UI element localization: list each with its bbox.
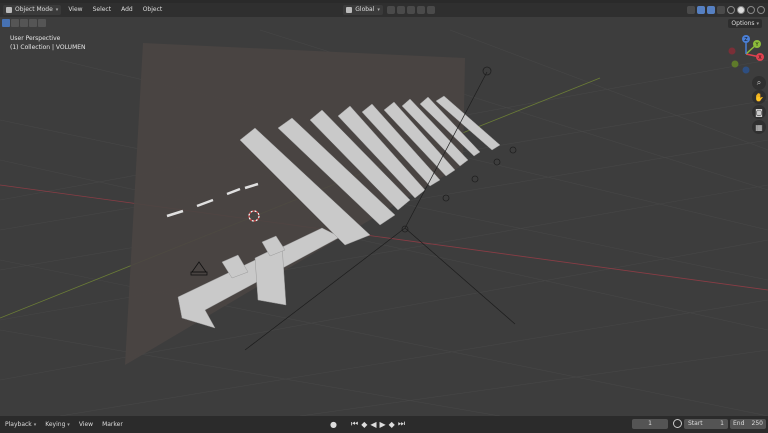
keying-menu[interactable]: Keying ▾ <box>43 420 72 430</box>
pivot-point-icon[interactable] <box>386 6 395 14</box>
chevron-down-icon: ▾ <box>377 7 380 13</box>
marker-menu[interactable]: Marker <box>100 420 125 430</box>
record-icon[interactable]: ● <box>330 420 337 429</box>
x-axis-label: X <box>758 55 762 61</box>
options-label: Options <box>731 20 755 27</box>
mode-label: Object Mode <box>15 6 53 13</box>
view-menu[interactable]: View <box>77 420 95 430</box>
wireframe-shading-icon[interactable] <box>727 6 735 14</box>
hand-pan-icon[interactable]: ✋ <box>752 90 766 104</box>
snap-target-icon[interactable] <box>406 6 415 14</box>
end-label: End <box>733 420 745 427</box>
overlay-toggle-icon[interactable] <box>707 6 715 14</box>
current-frame-field[interactable]: 1 <box>632 419 668 429</box>
end-frame-field[interactable]: End 250 <box>730 419 766 429</box>
menu-add[interactable]: Add <box>118 5 136 15</box>
jump-start-icon[interactable]: ⏮ <box>351 419 358 429</box>
menu-object[interactable]: Object <box>140 5 166 15</box>
collection-info: (1) Collection | VOLUMEN <box>10 44 86 51</box>
viewport-info: User Perspective (1) Collection | VOLUME… <box>10 34 86 52</box>
options-button[interactable]: Options ▾ <box>728 19 762 28</box>
object-mode-icon <box>6 7 12 13</box>
navigation-gizmo[interactable]: X Y Z <box>725 33 767 75</box>
gizmo-toggle-icon[interactable] <box>697 6 705 14</box>
playback-controls: ● ⏮ ◆ ◀ ▶ ◆ ⏭ <box>330 419 405 429</box>
jump-end-icon[interactable]: ⏭ <box>398 419 405 429</box>
viewport-header: Object Mode ▾ View Select Add Object Glo… <box>0 3 768 17</box>
snap-icon[interactable] <box>396 6 405 14</box>
chevron-down-icon: ▾ <box>67 421 70 428</box>
menu-select[interactable]: Select <box>90 5 115 15</box>
clock-icon[interactable] <box>673 419 682 428</box>
zoom-icon[interactable]: ⌕ <box>752 76 766 90</box>
start-label: Start <box>688 420 703 427</box>
orientation-label: Global <box>355 6 375 13</box>
xray-icon[interactable] <box>717 6 725 14</box>
proportional-editing-icon[interactable] <box>416 6 425 14</box>
menu-view[interactable]: View <box>65 5 85 15</box>
next-keyframe-icon[interactable]: ◆ <box>389 420 395 429</box>
solid-shading-icon[interactable] <box>737 6 745 14</box>
chevron-down-icon: ▾ <box>55 7 59 13</box>
chevron-down-icon: ▾ <box>756 21 759 27</box>
rendered-shading-icon[interactable] <box>757 6 765 14</box>
start-frame-field[interactable]: Start 1 <box>684 419 728 429</box>
play-reverse-icon[interactable]: ◀ <box>370 420 376 429</box>
reference-plane <box>125 43 465 365</box>
start-value: 1 <box>720 420 724 427</box>
z-axis-label: Z <box>744 37 748 43</box>
mode-selector[interactable]: Object Mode ▾ <box>3 5 62 15</box>
view-name: User Perspective <box>10 35 61 42</box>
playback-label: Playback <box>5 420 32 428</box>
transform-orientation-dropdown[interactable]: Global ▾ <box>343 5 383 15</box>
keying-label: Keying <box>45 420 66 428</box>
end-value: 250 <box>751 420 763 427</box>
grid-view-icon[interactable]: ▦ <box>752 120 766 134</box>
chevron-down-icon: ▾ <box>33 421 37 428</box>
orientation-icon <box>346 7 353 13</box>
material-shading-icon[interactable] <box>747 6 755 14</box>
3d-viewport[interactable] <box>0 17 768 416</box>
camera-view-icon[interactable]: ◙ <box>752 105 766 119</box>
playback-menu[interactable]: Playback ▾ <box>3 420 38 430</box>
play-icon[interactable]: ▶ <box>380 420 386 429</box>
prev-keyframe-icon[interactable]: ◆ <box>361 420 367 429</box>
falloff-icon[interactable] <box>426 6 435 14</box>
visibility-icon[interactable] <box>687 6 695 14</box>
